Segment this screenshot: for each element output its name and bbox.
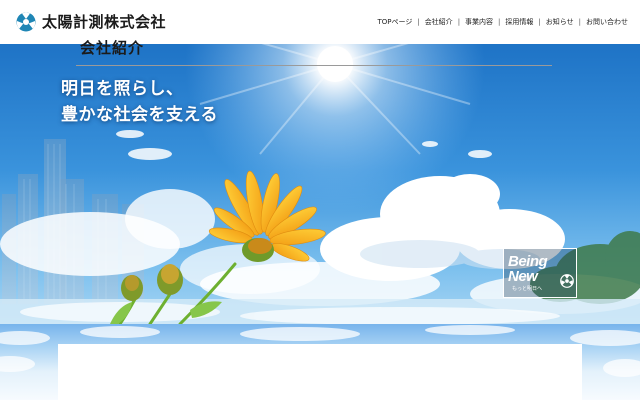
- nav-item-news[interactable]: お知らせ: [546, 17, 574, 27]
- badge-line-1: Being: [508, 253, 548, 270]
- tagline-line-1: 明日を照らし、: [61, 79, 184, 99]
- nav-item-recruit[interactable]: 採用情報: [505, 17, 533, 27]
- badge-subtitle: もっと明日へ: [512, 286, 543, 292]
- section-title: 会社紹介: [80, 39, 145, 57]
- nav-item-company[interactable]: 会社紹介: [425, 17, 453, 27]
- logo-link[interactable]: 太陽計測株式会社: [16, 12, 166, 32]
- company-section: [0, 324, 640, 400]
- section-divider: [76, 65, 552, 66]
- nav-separator: |: [417, 18, 420, 26]
- hero-tagline: 明日を照らし、 豊かな社会を支える: [61, 76, 218, 128]
- tagline-line-2: 豊かな社会を支える: [61, 105, 218, 125]
- nav-item-top[interactable]: TOPページ: [377, 17, 412, 27]
- being-new-badge: Being New もっと明日へ: [503, 248, 577, 298]
- section-panel: [58, 344, 582, 400]
- company-name: 太陽計測株式会社: [42, 13, 167, 31]
- badge-line-2: New: [508, 268, 538, 285]
- nav-item-contact[interactable]: お問い合わせ: [586, 17, 628, 27]
- hero-banner: 明日を照らし、 豊かな社会を支える Being New もっと明日へ: [0, 44, 640, 324]
- company-logo-icon: [16, 12, 36, 32]
- nav-separator: |: [498, 18, 501, 26]
- nav-separator: |: [457, 18, 461, 26]
- badge-logo-icon: [560, 274, 574, 288]
- nav-separator: |: [538, 18, 541, 26]
- nav-item-business[interactable]: 事業内容: [465, 17, 493, 27]
- nav-separator: |: [578, 18, 581, 26]
- main-nav: TOPページ | 会社紹介 | 事業内容 | 採用情報 | お知らせ | お問い…: [377, 17, 628, 27]
